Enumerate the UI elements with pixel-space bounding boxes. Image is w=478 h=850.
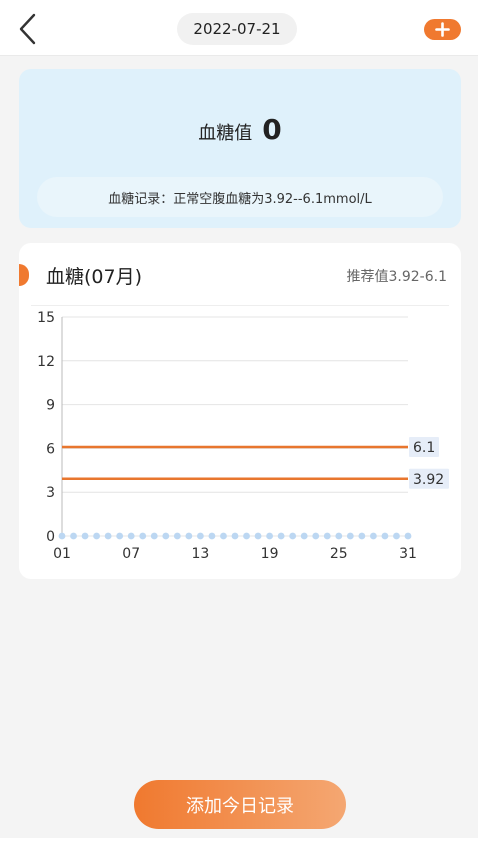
plus-icon bbox=[435, 22, 450, 37]
glucose-value: 0 bbox=[262, 113, 282, 146]
x-tick-label: 13 bbox=[191, 546, 209, 562]
top-bar: 2022-07-21 bbox=[0, 0, 478, 56]
data-point bbox=[231, 532, 239, 540]
x-tick-label: 01 bbox=[53, 546, 71, 562]
data-point bbox=[127, 532, 135, 540]
data-point bbox=[289, 532, 297, 540]
data-point bbox=[208, 532, 216, 540]
data-point bbox=[381, 532, 389, 540]
chevron-left-icon bbox=[19, 13, 36, 45]
glucose-value-row: 血糖值 0 bbox=[19, 113, 461, 146]
y-tick-label: 9 bbox=[46, 398, 55, 414]
data-point bbox=[185, 532, 193, 540]
data-point bbox=[346, 532, 354, 540]
y-tick-label: 6 bbox=[46, 441, 55, 457]
data-point bbox=[93, 532, 100, 540]
data-point bbox=[139, 532, 147, 540]
data-point bbox=[173, 532, 181, 540]
data-point bbox=[116, 532, 124, 540]
data-point bbox=[266, 532, 273, 540]
data-point bbox=[58, 532, 66, 540]
data-point bbox=[162, 532, 170, 540]
data-point bbox=[335, 532, 343, 540]
data-point bbox=[404, 532, 412, 540]
glucose-record-note: 血糖记录：正常空腹血糖为3.92--6.1mmol/L bbox=[37, 177, 443, 217]
x-tick-label: 31 bbox=[399, 546, 417, 562]
reference-label: 6.1 bbox=[413, 440, 435, 456]
glucose-line-chart: 0 3 6 9 12 15 01 07 13 19 25 31 6.1 3.92 bbox=[37, 310, 449, 562]
add-button[interactable] bbox=[424, 19, 461, 40]
reference-label: 3.92 bbox=[413, 472, 444, 488]
glucose-chart-card: 血糖(07月) 推荐值3.92-6.1 0 3 6 9 12 15 01 07 13 19 25 31… bbox=[19, 243, 461, 579]
add-today-record-button[interactable]: 添加今日记录 bbox=[134, 780, 346, 829]
data-point bbox=[220, 532, 227, 540]
y-tick-label: 3 bbox=[46, 485, 55, 501]
data-point bbox=[358, 532, 366, 540]
glucose-summary-card: 血糖值 0 血糖记录：正常空腹血糖为3.92--6.1mmol/L bbox=[19, 69, 461, 228]
x-tick-label: 19 bbox=[261, 546, 279, 562]
data-point bbox=[81, 532, 89, 540]
data-point bbox=[393, 532, 400, 540]
x-tick-label: 07 bbox=[122, 546, 140, 562]
y-tick-label: 0 bbox=[46, 529, 55, 545]
data-point bbox=[254, 532, 262, 540]
back-button[interactable] bbox=[14, 12, 46, 46]
data-point bbox=[312, 532, 320, 540]
y-tick-label: 15 bbox=[37, 310, 55, 326]
data-point bbox=[70, 532, 77, 540]
date-selector[interactable]: 2022-07-21 bbox=[177, 13, 297, 45]
bottom-strip bbox=[0, 838, 478, 850]
data-point bbox=[104, 532, 112, 540]
data-point bbox=[300, 532, 308, 540]
data-point bbox=[370, 532, 377, 540]
data-point bbox=[277, 532, 285, 540]
y-tick-label: 12 bbox=[37, 354, 55, 370]
x-tick-label: 25 bbox=[330, 546, 348, 562]
data-point bbox=[323, 532, 331, 540]
glucose-value-label: 血糖值 bbox=[198, 123, 253, 144]
data-point bbox=[197, 532, 204, 540]
data-point bbox=[243, 532, 250, 540]
data-point bbox=[150, 532, 158, 540]
